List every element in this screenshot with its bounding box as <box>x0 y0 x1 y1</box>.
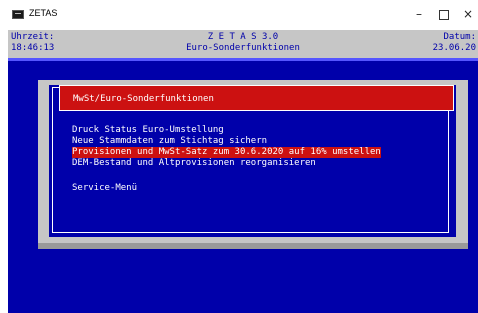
window-title: ZETAS <box>29 8 58 18</box>
dialog-title-bar: MwSt/Euro-Sonderfunktionen <box>59 85 454 111</box>
maximize-button[interactable] <box>433 6 455 22</box>
dialog-shadow <box>38 243 468 249</box>
maximize-icon <box>439 9 449 20</box>
menu-item-druck-status[interactable]: Druck Status Euro-Umstellung <box>72 125 224 136</box>
menu-item-dem-bestand-reorganisieren[interactable]: DEM-Bestand und Altprovisionen reorganis… <box>72 158 316 169</box>
menu-item-provisionen-umstellen[interactable]: Provisionen und MwSt-Satz zum 30.6.2020 … <box>72 147 381 158</box>
dialog-title: MwSt/Euro-Sonderfunktionen <box>73 94 214 104</box>
screen-subtitle: Euro-Sonderfunktionen <box>186 43 300 53</box>
minimize-button[interactable]: – <box>408 6 430 22</box>
app-name: Z E T A S 3.0 <box>207 32 279 42</box>
menu-item-service-menu[interactable]: Service-Menü <box>72 183 137 194</box>
window-title-bar: ZETAS – × <box>0 0 478 30</box>
terminal-app-icon <box>12 10 24 19</box>
date-label: Datum: <box>443 32 476 42</box>
menu-dialog: MwSt/Euro-Sonderfunktionen Druck Status … <box>38 80 468 243</box>
terminal-screen: Uhrzeit: 18:46:13 Z E T A S 3.0 Euro-Son… <box>8 30 478 313</box>
menu-item-stammdaten-sichern[interactable]: Neue Stammdaten zum Stichtag sichern <box>72 136 267 147</box>
header-divider <box>8 58 478 61</box>
date-value: 23.06.20 <box>432 43 476 53</box>
close-button[interactable]: × <box>457 6 478 22</box>
status-header: Uhrzeit: 18:46:13 Z E T A S 3.0 Euro-Son… <box>8 30 478 58</box>
menu-dialog-body: MwSt/Euro-Sonderfunktionen Druck Status … <box>49 85 456 237</box>
